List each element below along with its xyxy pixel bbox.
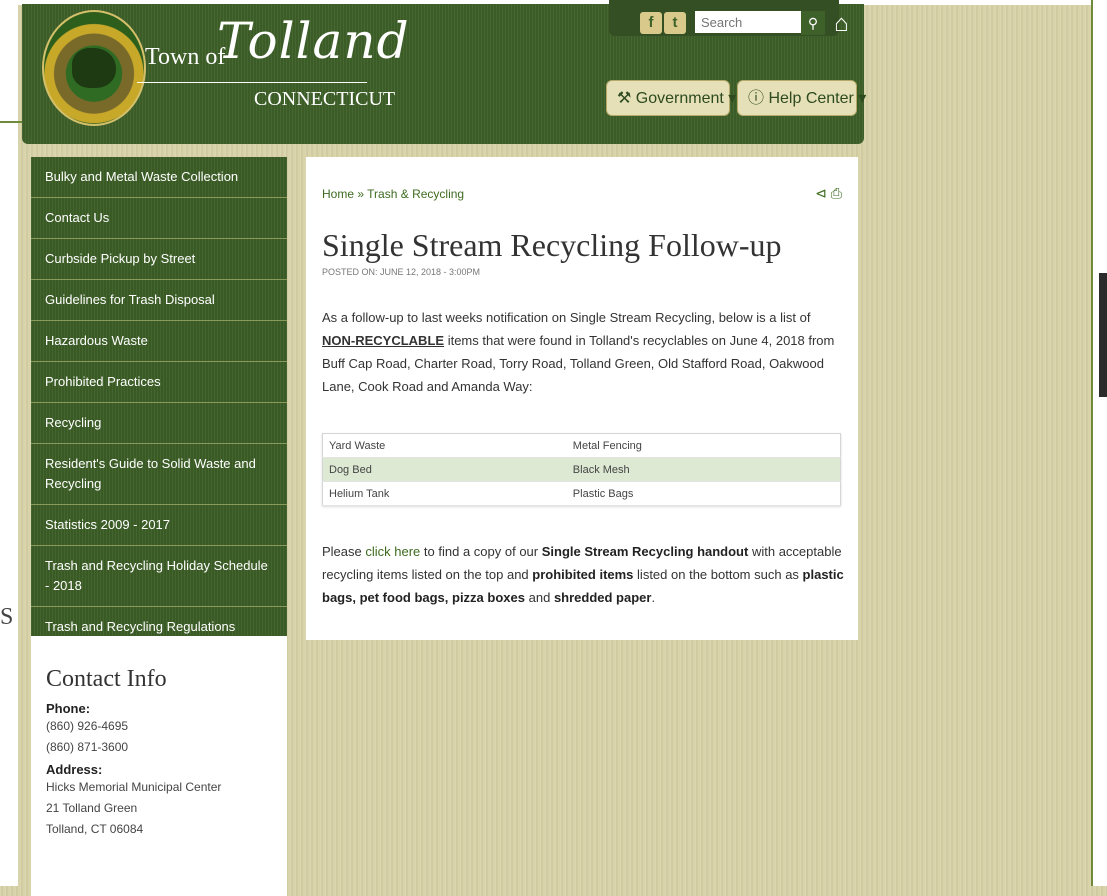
search-input[interactable] <box>695 11 807 33</box>
sidebar-item-holiday-schedule[interactable]: Trash and Recycling Holiday Schedule - 2… <box>31 546 287 607</box>
logo-town-name[interactable]: Tolland <box>217 12 410 70</box>
article-panel: Home » Trash & Recycling ⊲ ⎙ Single Stre… <box>306 157 858 640</box>
sidebar-item-prohibited-practices[interactable]: Prohibited Practices <box>31 362 287 403</box>
address-line: Hicks Memorial Municipal Center <box>46 780 222 794</box>
sidebar-item-curbside-pickup[interactable]: Curbside Pickup by Street <box>31 239 287 280</box>
address-line: 21 Tolland Green <box>46 801 138 815</box>
government-label: Government <box>635 90 724 107</box>
sidebar-item-bulky-metal-waste[interactable]: Bulky and Metal Waste Collection <box>31 157 287 198</box>
sidebar-item-recycling[interactable]: Recycling <box>31 403 287 444</box>
page-frame-left <box>0 0 18 886</box>
sidebar-item-trash-guidelines[interactable]: Guidelines for Trash Disposal <box>31 280 287 321</box>
table-row: Helium Tank Plastic Bags <box>322 481 841 506</box>
table-cell: Helium Tank <box>322 481 567 506</box>
town-seal-logo[interactable] <box>42 10 146 126</box>
page-title: Single Stream Recycling Follow-up <box>322 227 782 263</box>
phone-number[interactable]: (860) 871-3600 <box>46 737 272 758</box>
help-center-menu-button[interactable]: ⓘ Help Center ▾ <box>737 80 866 116</box>
table-row: Yard Waste Metal Fencing <box>322 433 841 458</box>
table-cell: Black Mesh <box>566 457 841 482</box>
sidebar-nav: Bulky and Metal Waste Collection Contact… <box>31 157 287 648</box>
contact-info-panel: Contact Info Phone: (860) 926-4695 (860)… <box>31 636 287 896</box>
table-row: Dog Bed Black Mesh <box>322 457 841 482</box>
sidebar-item-residents-guide[interactable]: Resident's Guide to Solid Waste and Recy… <box>31 444 287 505</box>
table-cell: Metal Fencing <box>566 433 841 458</box>
table-cell: Plastic Bags <box>566 481 841 506</box>
sidebar-item-contact-us[interactable]: Contact Us <box>31 198 287 239</box>
facebook-icon[interactable]: f <box>640 12 662 34</box>
share-icon[interactable]: ⊲ <box>815 185 827 201</box>
edge-tab[interactable] <box>1099 273 1107 397</box>
table-cell: Yard Waste <box>322 433 567 458</box>
caret-down-icon: ▾ <box>858 90 867 107</box>
gavel-icon: ⚒ <box>617 90 632 107</box>
handout-link[interactable]: click here <box>365 544 420 559</box>
contact-title: Contact Info <box>46 666 167 692</box>
phone-label: Phone: <box>46 701 91 716</box>
address-line: Tolland, CT 06084 <box>46 822 144 836</box>
twitter-icon[interactable]: t <box>664 12 686 34</box>
home-icon[interactable]: ⌂ <box>834 10 849 38</box>
non-recyclable-items-table: Yard Waste Metal Fencing Dog Bed Black M… <box>322 433 841 506</box>
outro-paragraph: Please click here to find a copy of our … <box>322 544 844 605</box>
search-icon[interactable]: ⚲ <box>801 11 825 35</box>
address-label: Address: <box>46 762 103 777</box>
non-recyclable-emphasis: NON-RECYCLABLE <box>322 333 445 348</box>
help-center-label: Help Center <box>768 90 854 107</box>
info-icon: ⓘ <box>748 90 765 107</box>
government-menu-button[interactable]: ⚒ Government ▾ <box>606 80 736 116</box>
table-cell: Dog Bed <box>322 457 567 482</box>
page-frame-right <box>1091 0 1107 886</box>
logo-town-of: Town of <box>145 44 226 70</box>
intro-paragraph: As a follow-up to last weeks notificatio… <box>322 310 835 394</box>
stray-letter: S <box>0 604 14 630</box>
breadcrumb-home-link[interactable]: Home <box>322 187 354 201</box>
logo-state: CONNECTICUT <box>254 88 396 110</box>
print-icon[interactable]: ⎙ <box>831 185 842 201</box>
page-tools: ⊲ ⎙ <box>815 185 842 202</box>
breadcrumb-separator: » <box>357 187 365 201</box>
breadcrumb-section-link[interactable]: Trash & Recycling <box>367 187 464 201</box>
sidebar-item-statistics[interactable]: Statistics 2009 - 2017 <box>31 505 287 546</box>
posted-date: POSTED ON: JUNE 12, 2018 - 3:00PM <box>322 267 481 277</box>
phone-number[interactable]: (860) 926-4695 <box>46 716 272 737</box>
caret-down-icon: ▾ <box>728 90 737 107</box>
sidebar-item-hazardous-waste[interactable]: Hazardous Waste <box>31 321 287 362</box>
logo-divider <box>137 82 367 83</box>
breadcrumb: Home » Trash & Recycling <box>322 187 464 201</box>
